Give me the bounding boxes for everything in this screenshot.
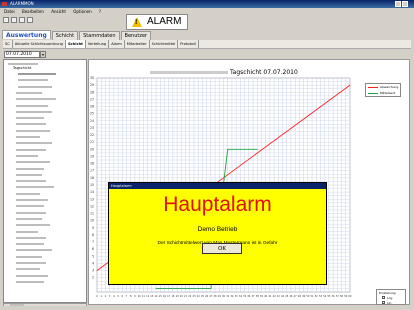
tree-row[interactable] bbox=[16, 192, 40, 196]
settings-icon[interactable] bbox=[27, 17, 33, 23]
tree-row[interactable] bbox=[16, 179, 46, 183]
sub-tabs: SC Aktuelle Schichtzuordnung Schicht Vertei… bbox=[3, 40, 411, 49]
date-input[interactable]: 07.07.2010 bbox=[4, 51, 40, 58]
tree-row[interactable] bbox=[16, 116, 44, 120]
tab-stammdaten[interactable]: Stammdaten bbox=[79, 31, 120, 40]
tree-row[interactable] bbox=[16, 211, 46, 215]
menu-ansicht[interactable]: Ansicht bbox=[51, 9, 66, 14]
date-dropdown-button[interactable]: ▾ bbox=[40, 51, 46, 58]
tree-row[interactable] bbox=[18, 72, 56, 76]
dialog-subheading: Demo Betrieb bbox=[197, 226, 238, 233]
menu-bearbeiten[interactable]: Bearbeiten bbox=[22, 9, 44, 14]
scale-options: Einstellung Log Lin bbox=[376, 289, 406, 305]
subtab-alarm[interactable]: Alarm bbox=[109, 40, 125, 48]
menu-optionen[interactable]: Optionen bbox=[73, 9, 91, 14]
tree-row[interactable] bbox=[16, 217, 42, 221]
print-icon[interactable] bbox=[19, 17, 25, 23]
status-bar bbox=[0, 306, 414, 310]
subtab-schichtmittel[interactable]: Schichtmittel bbox=[150, 40, 179, 48]
tree-row[interactable] bbox=[16, 148, 46, 152]
scale-options-title: Einstellung bbox=[379, 291, 396, 295]
menu-help[interactable]: ? bbox=[99, 9, 101, 14]
menu-datei[interactable]: Datei bbox=[4, 9, 15, 14]
tree-row[interactable] bbox=[16, 267, 40, 271]
tree-row[interactable] bbox=[16, 110, 52, 114]
tab-schicht[interactable]: Schicht bbox=[51, 31, 79, 40]
legend-item-abweichung: Abweichung bbox=[368, 85, 400, 90]
tree-row[interactable] bbox=[16, 204, 44, 208]
log-label: Log bbox=[387, 296, 393, 300]
tree-row[interactable] bbox=[16, 122, 46, 126]
close-button[interactable] bbox=[402, 1, 408, 7]
employee-tree[interactable]: Tagschicht bbox=[3, 59, 87, 303]
tree-row[interactable] bbox=[16, 274, 48, 278]
main-tabs: Auswertung Schicht Stammdaten Benutzer bbox=[2, 30, 412, 40]
title-bar: ALARMMON bbox=[0, 0, 414, 8]
subtab-sc[interactable]: SC bbox=[3, 40, 13, 48]
tree-row[interactable] bbox=[16, 236, 46, 240]
legend-item-mittelwert: Mittelwert bbox=[368, 91, 400, 96]
menu-bar: Datei Bearbeiten Ansicht Optionen ? bbox=[0, 8, 414, 15]
window-title: ALARMMON bbox=[10, 1, 34, 6]
legend-swatch-green bbox=[368, 93, 378, 94]
tree-row[interactable] bbox=[16, 104, 48, 108]
tree-row[interactable] bbox=[16, 160, 50, 164]
ok-button[interactable]: OK bbox=[202, 243, 242, 254]
tree-row[interactable] bbox=[16, 223, 50, 227]
subtab-schichtzuordnung[interactable]: Aktuelle Schichtzuordnung bbox=[13, 40, 66, 48]
tree-row[interactable] bbox=[16, 154, 38, 158]
subtab-mitarbeiter[interactable]: Mitarbeiter bbox=[125, 40, 150, 48]
subtab-schicht[interactable]: Schicht bbox=[65, 40, 86, 48]
tree-row[interactable] bbox=[18, 85, 52, 89]
tree-row[interactable] bbox=[16, 255, 42, 259]
chart-title-prefix bbox=[150, 71, 228, 74]
legend-label: Abweichung bbox=[380, 85, 399, 89]
tree-row[interactable] bbox=[16, 248, 52, 252]
tree-row[interactable] bbox=[16, 230, 38, 234]
tree-row[interactable] bbox=[16, 97, 56, 101]
tree-row[interactable] bbox=[16, 185, 54, 189]
tree-row[interactable] bbox=[16, 129, 50, 133]
alarm-button-label: ALARM bbox=[147, 16, 182, 27]
lin-label: Lin bbox=[387, 301, 392, 305]
tree-row[interactable] bbox=[16, 91, 42, 95]
minimize-button[interactable] bbox=[395, 1, 401, 7]
warning-exclamation-icon: ! bbox=[135, 19, 138, 26]
tree-row[interactable] bbox=[18, 78, 48, 82]
chart-legend: Abweichung Mittelwert bbox=[365, 83, 401, 97]
dialog-heading: Hauptalarm bbox=[163, 193, 272, 216]
tab-benutzer[interactable]: Benutzer bbox=[120, 31, 152, 40]
dialog-titlebar: Hauptalarm bbox=[109, 183, 326, 189]
log-checkbox[interactable] bbox=[382, 296, 385, 299]
tree-row[interactable] bbox=[16, 261, 46, 265]
tree-row[interactable] bbox=[16, 141, 52, 145]
tree-row[interactable] bbox=[16, 242, 44, 246]
tree-row[interactable] bbox=[16, 280, 44, 284]
tree-root-label[interactable]: Tagschicht bbox=[13, 66, 31, 70]
alarm-button[interactable]: ! ALARM bbox=[126, 14, 188, 30]
toolbar bbox=[0, 15, 414, 25]
alarm-dialog: Hauptalarm Hauptalarm Demo Betrieb Der S… bbox=[108, 182, 327, 285]
subtab-verteilung[interactable]: Verteilung bbox=[86, 40, 110, 48]
tree-row[interactable] bbox=[16, 198, 48, 202]
tree-row[interactable] bbox=[16, 173, 42, 177]
chart-title: Tagschicht 07.07.2010 bbox=[230, 69, 298, 76]
save-icon[interactable] bbox=[11, 17, 17, 23]
tab-auswertung[interactable]: Auswertung bbox=[2, 30, 51, 39]
legend-label: Mittelwert bbox=[380, 91, 396, 95]
lin-checkbox[interactable] bbox=[382, 301, 385, 304]
subtab-protokoll[interactable]: Protokoll bbox=[178, 40, 199, 48]
tree-row[interactable] bbox=[16, 167, 44, 171]
legend-swatch-red bbox=[368, 87, 378, 88]
tree-row[interactable] bbox=[16, 135, 40, 139]
open-icon[interactable] bbox=[3, 17, 9, 23]
app-icon bbox=[2, 2, 7, 6]
